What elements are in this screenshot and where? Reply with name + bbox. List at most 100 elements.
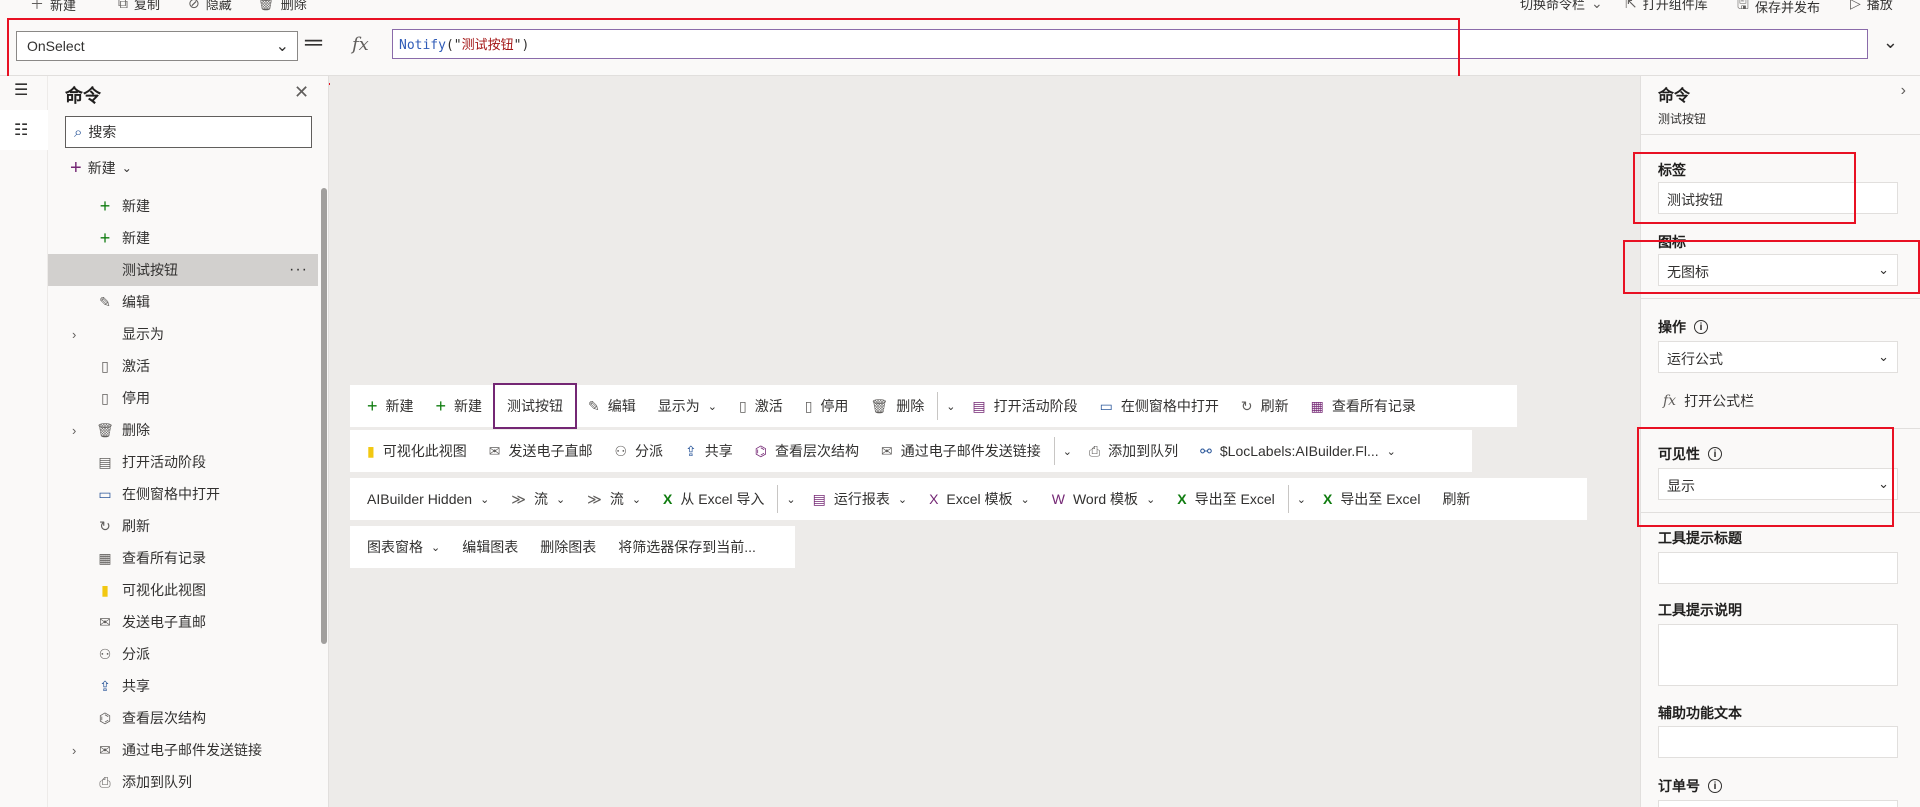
expand-formula-icon[interactable]: ⌄ [1883,32,1898,53]
cmd-new-button[interactable]: + 新建 [356,385,425,427]
tree-item-view-all[interactable]: ▦ 查看所有记录 [48,542,318,574]
tree-item-share[interactable]: ⇪ 共享 [48,670,318,702]
divider [1053,437,1055,465]
tree-item-display-as[interactable]: › 显示为 [48,318,318,350]
cmd-flow-button[interactable]: ≫ 流 ⌄ [500,478,576,520]
command-bar-row-2: ▮ 可视化此视图 ✉ 发送电子直邮 ⚇ 分派 ⇪ 共享 ⌬ 查看层次结构 ✉ 通过电子邮件发… [350,430,1472,472]
cmd-refresh-button[interactable]: ↻ 刷新 [1230,385,1300,427]
hamburger-icon[interactable]: ☰ [14,80,28,100]
cmd-open-side-pane-button[interactable]: ▭ 在侧窗格中打开 [1089,385,1230,427]
tree-item-assign[interactable]: ⚇ 分派 [48,638,318,670]
close-icon[interactable]: ✕ [294,82,309,103]
cmd-deactivate-button[interactable]: ▯ 停用 [794,385,860,427]
order-field[interactable] [1658,800,1898,807]
cmd-delete-button[interactable]: 🗑 删除 [859,385,935,427]
cmd-activate-button[interactable]: ▯ 激活 [728,385,794,427]
scrollbar[interactable] [321,188,327,644]
cmd-edit-button[interactable]: ✎ 编辑 [577,385,647,427]
chevron-down-icon: ⌄ [897,493,908,506]
cmd-view-all-button[interactable]: ▦ 查看所有记录 [1300,385,1427,427]
toolbar-new-button[interactable]: ＋新建 [30,0,76,14]
cmd-assign-button[interactable]: ⚇ 分派 [603,430,674,472]
chevron-right-icon[interactable]: › [72,743,76,758]
cmd-new-button[interactable]: + 新建 [425,385,494,427]
cmd-flow-button[interactable]: ≫ 流 ⌄ [576,478,652,520]
cmd-email-link-button[interactable]: ✉ 通过电子邮件发送链接 [870,430,1052,472]
cmd-refresh-button[interactable]: 刷新 [1431,478,1481,520]
toolbar-copy-button[interactable]: ⧉ 复制 [118,0,160,13]
cmd-hierarchy-button[interactable]: ⌬ 查看层次结构 [744,430,870,472]
split-chevron-icon[interactable]: ⌄ [1057,445,1078,458]
tree-item-visualize[interactable]: ▮ 可视化此视图 [48,574,318,606]
cmd-test-button[interactable]: 测试按钮 [493,383,578,429]
tree-item-test-button[interactable]: 测试按钮 ··· [48,254,318,286]
cmd-export-excel-button[interactable]: X 导出至 Excel [1312,478,1431,520]
split-chevron-icon[interactable]: ⌄ [940,400,961,413]
cmd-save-filter-button[interactable]: 将筛选器保存到当前... [607,526,767,568]
cmd-add-queue-button[interactable]: ⎙ 添加到队列 [1078,430,1189,472]
tree-item-edit[interactable]: ✎ 编辑 [48,286,318,318]
tree-item-open-side-pane[interactable]: ▭ 在侧窗格中打开 [48,478,318,510]
tooltip-title-field[interactable] [1658,552,1898,584]
split-chevron-icon[interactable]: ⌄ [780,493,801,506]
cmd-open-stage-button[interactable]: ▤ 打开活动阶段 [961,385,1088,427]
open-library-button[interactable]: ⇱ 打开组件库 [1625,0,1708,13]
search-input[interactable]: ⌕ 搜索 [65,116,312,148]
cmd-aibuilder-hidden-button[interactable]: AIBuilder Hidden ⌄ [356,478,500,520]
visibility-dropdown[interactable]: 显示 ⌄ [1658,468,1898,500]
icon-dropdown[interactable]: 无图标 ⌄ [1658,254,1898,286]
label-field[interactable]: 测试按钮 [1658,182,1898,214]
cmd-excel-template-button[interactable]: X Excel 模板 ⌄ [918,478,1041,520]
cmd-word-template-button[interactable]: W Word 模板 ⌄ [1041,478,1167,520]
cmd-ai-builder-button[interactable]: ⚯ $LocLabels:AIBuilder.Fl... ⌄ [1189,430,1407,472]
tooltip-desc-field[interactable] [1658,624,1898,686]
toolbar-delete-button[interactable]: 🗑 删除 [257,0,307,13]
action-dropdown[interactable]: 运行公式 ⌄ [1658,341,1898,373]
chevron-right-icon[interactable]: › [1901,82,1906,100]
tree-item-send-email[interactable]: ✉ 发送电子直邮 [48,606,318,638]
tree-item-refresh[interactable]: ↻ 刷新 [48,510,318,542]
info-icon[interactable]: i [1708,447,1722,461]
open-formula-bar-link[interactable]: fx 打开公式栏 [1663,391,1754,411]
tree-item-hierarchy[interactable]: ⌬ 查看层次结构 [48,702,318,734]
cmd-visualize-button[interactable]: ▮ 可视化此视图 [356,430,478,472]
toolbar-hide-button[interactable]: ⊘ 隐藏 [188,0,232,13]
tree-item-activate[interactable]: ▯ 激活 [48,350,318,382]
tree-item-new[interactable]: + 新建 [48,222,318,254]
cmd-display-as-button[interactable]: 显示为 ⌄ [647,385,728,427]
queue-icon: ⎙ [1088,442,1101,459]
cmd-delete-chart-button[interactable]: 删除图表 [529,526,607,568]
split-chevron-icon[interactable]: ⌄ [1291,493,1312,506]
property-dropdown[interactable]: OnSelect ⌄ [16,31,298,61]
cmd-share-button[interactable]: ⇪ 共享 [674,430,744,472]
chevron-down-icon: ⌄ [1878,349,1889,364]
chevron-right-icon[interactable]: › [72,327,76,342]
cmd-chart-pane-button[interactable]: 图表窗格 ⌄ [356,526,451,568]
divider [937,392,939,420]
tree-item-new[interactable]: + 新建 [48,190,318,222]
delete-icon: 🗑 [96,421,114,438]
accessibility-field[interactable] [1658,726,1898,758]
tree-item-delete[interactable]: › 🗑 删除 [48,414,318,446]
formula-input[interactable]: Notify("测试按钮") [392,29,1868,59]
new-command-button[interactable]: + 新建 ⌄ [70,158,132,178]
cmd-run-report-button[interactable]: ▤ 运行报表 ⌄ [802,478,918,520]
divider [1287,485,1289,513]
tree-view-icon[interactable]: ☷ [14,120,28,140]
cmd-send-email-button[interactable]: ✉ 发送电子直邮 [478,430,604,472]
cmd-import-excel-button[interactable]: X从 Excel 导入 [652,478,775,520]
cmd-export-excel-button[interactable]: X 导出至 Excel [1166,478,1285,520]
tree-item-open-stage[interactable]: ▤ 打开活动阶段 [48,446,318,478]
play-button[interactable]: ▷ 播放 [1850,0,1893,13]
info-icon[interactable]: i [1694,320,1708,334]
cmd-edit-chart-button[interactable]: 编辑图表 [451,526,529,568]
chevron-right-icon[interactable]: › [72,423,76,438]
tree-item-email-link[interactable]: › ✉ 通过电子邮件发送链接 [48,734,318,766]
info-icon[interactable]: i [1708,779,1722,793]
tree-item-deactivate[interactable]: ▯ 停用 [48,382,318,414]
tree-item-add-queue[interactable]: ⎙ 添加到队列 [48,766,318,798]
more-options-icon[interactable]: ··· [289,261,308,279]
toggle-command-bar-button[interactable]: 切换命令栏 ⌄ [1520,0,1603,13]
chevron-down-icon: ⌄ [431,541,441,554]
save-publish-button[interactable]: 🖫 保存并发布 [1737,0,1820,14]
